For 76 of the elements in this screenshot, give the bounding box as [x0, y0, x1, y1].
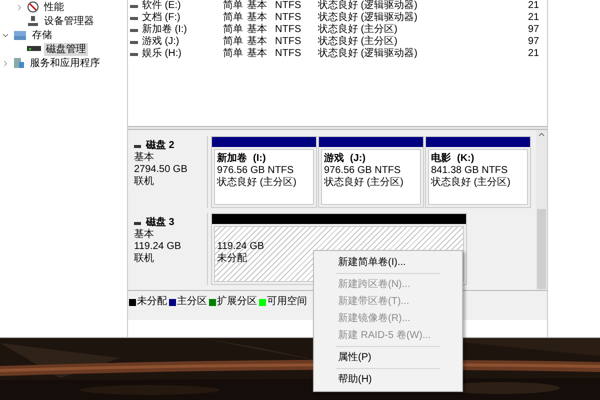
- table-cell: 21: [528, 0, 540, 12]
- services-icon: [13, 57, 25, 69]
- computer-icon: [27, 15, 39, 27]
- partition-size: 976.56 GB NTFS: [217, 165, 294, 176]
- type-cell-text: 基本: [247, 24, 268, 36]
- volume-icon: [130, 16, 138, 20]
- disk-type: 基本: [134, 229, 155, 241]
- partition-size: 119.24 GB: [217, 241, 264, 252]
- volume-name: 娱乐 (H:): [142, 48, 182, 60]
- legend-label: 扩展分区: [217, 296, 257, 308]
- partition-block[interactable]: 电影 (K:) 841.38 GB NTFS 状态良好 (主分区): [425, 136, 531, 208]
- partition-status: 状态良好 (主分区): [431, 177, 510, 189]
- layout-cell-text: 简单: [223, 48, 244, 60]
- layout-cell-text: 简单: [223, 36, 244, 48]
- table-cell: 97: [528, 36, 540, 48]
- drive-letter: (I:): [253, 153, 266, 165]
- volume-icon: [130, 28, 138, 32]
- type-cell-text: 基本: [247, 48, 268, 60]
- layout-cell-text: 简单: [223, 12, 244, 24]
- partition-block[interactable]: 游戏 (J:) 976.56 GB NTFS 状态良好 (主分区): [318, 136, 424, 208]
- menu-item[interactable]: 属性(P): [314, 349, 462, 366]
- volume-name: 文档 (F:): [142, 12, 182, 24]
- volume-icon: [130, 52, 138, 56]
- disk-name: 磁盘 2: [146, 140, 174, 152]
- partition-size: 841.38 GB NTFS: [431, 165, 508, 176]
- drive-letter: (K:): [457, 153, 474, 165]
- disk-size: 2794.50 GB: [134, 164, 188, 176]
- volume-name: 软件 (E:): [142, 0, 182, 12]
- type-cell-text: 基本: [247, 0, 268, 12]
- disk-type: 基本: [134, 152, 155, 164]
- status-cell-text: 状态良好 (主分区): [318, 36, 398, 48]
- partition-block[interactable]: 新加卷 (I:) 976.56 GB NTFS 状态良好 (主分区): [211, 136, 317, 208]
- partition-name: 电影: [431, 153, 451, 165]
- volume-icon: [130, 40, 138, 44]
- scrollbar[interactable]: [536, 130, 547, 290]
- volume-name: 游戏 (J:): [142, 36, 180, 48]
- partition-name: 新加卷: [217, 153, 247, 165]
- partition-name: 游戏: [324, 153, 344, 165]
- partition-size: 976.56 GB NTFS: [324, 165, 401, 176]
- disk-name: 磁盘 3: [146, 217, 174, 228]
- legend-label: 可用空间: [267, 296, 307, 308]
- disk-state: 联机: [134, 176, 155, 188]
- volume-name: 新加卷 (I:): [142, 24, 188, 36]
- partition-status: 状态良好 (主分区): [217, 177, 296, 189]
- filesystem-cell-text: NTFS: [275, 48, 302, 60]
- legend-label: 未分配: [137, 296, 167, 308]
- layout-cell-text: 简单: [223, 24, 244, 36]
- status-cell-text: 状态良好 (主分区): [318, 24, 398, 35]
- partition-status: 未分配: [217, 253, 247, 265]
- tree-item[interactable]: 存储: [30, 28, 54, 42]
- menu-item[interactable]: 新建简单卷(I)...: [314, 254, 462, 271]
- volume-icon: [130, 4, 138, 8]
- type-cell-text: 基本: [247, 12, 268, 24]
- table-cell: 21: [528, 48, 540, 60]
- disk-size: 119.24 GB: [134, 241, 182, 252]
- disk-state: 联机: [134, 253, 155, 265]
- legend-label: 主分区: [177, 296, 207, 308]
- filesystem-cell-text: NTFS: [275, 24, 302, 36]
- status-cell-text: 状态良好 (逻辑驱动器): [318, 48, 418, 60]
- tree-item[interactable]: 设备管理器: [42, 14, 96, 28]
- type-cell-text: 基本: [247, 36, 268, 48]
- layout-cell-text: 简单: [223, 0, 244, 12]
- tree-item[interactable]: 磁盘管理: [44, 42, 88, 56]
- storage-icon: [13, 29, 27, 41]
- table-cell: 97: [528, 24, 540, 36]
- tree-item[interactable]: 性能: [42, 0, 66, 14]
- menu-item[interactable]: 帮助(H): [314, 371, 462, 388]
- drive-letter: (J:): [350, 153, 366, 165]
- status-cell-text: 状态良好 (逻辑驱动器): [318, 12, 418, 23]
- filesystem-cell-text: NTFS: [275, 0, 302, 12]
- filesystem-cell-text: NTFS: [275, 12, 302, 24]
- filesystem-cell-text: NTFS: [275, 36, 302, 48]
- scroll-up-icon[interactable]: [537, 130, 546, 139]
- table-cell: 21: [528, 12, 540, 24]
- tree-item[interactable]: 服务和应用程序: [28, 56, 102, 70]
- partition-status: 状态良好 (主分区): [324, 177, 404, 189]
